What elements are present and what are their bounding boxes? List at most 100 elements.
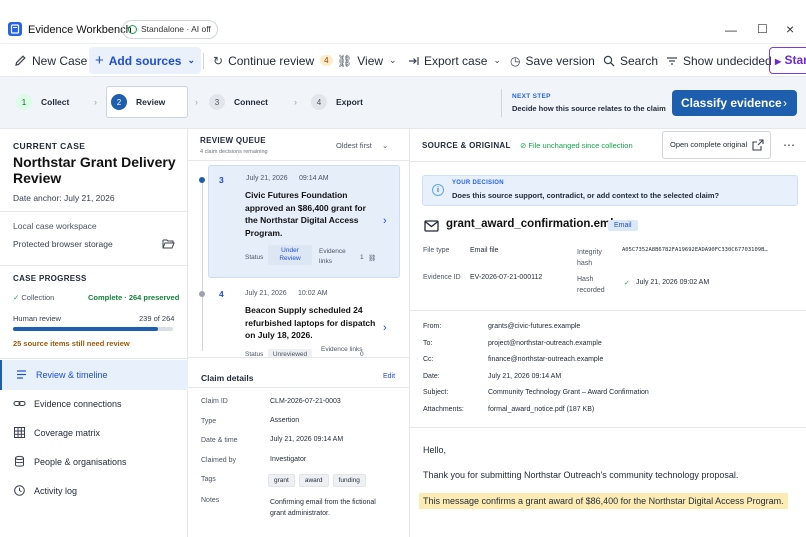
- tag-list: grant award funding: [268, 473, 370, 487]
- show-undecided-label: Show undecided: [683, 53, 772, 68]
- chevron-down-icon: ⌄: [187, 55, 195, 65]
- step-number: 4: [311, 94, 327, 110]
- divider: [410, 161, 806, 162]
- export-icon: [407, 55, 419, 67]
- external-link-icon: [752, 139, 764, 151]
- sort-dropdown[interactable]: Oldest first ⌄: [336, 141, 388, 150]
- status-badge: Under Review: [268, 245, 312, 265]
- chevron-right-icon: ›: [94, 97, 97, 107]
- file-unchanged-status: ⊘ File unchanged since collection: [520, 141, 633, 150]
- notes-value: Confirming email from the fictional gran…: [270, 499, 376, 517]
- review-queue-panel: REVIEW QUEUE 4 claim decisions remaining…: [188, 129, 410, 537]
- edit-claim-link[interactable]: Edit: [383, 373, 395, 380]
- timeline-dot: [199, 177, 205, 183]
- search-button[interactable]: Search: [603, 44, 658, 77]
- evidence-id-value: EV-2026-07-21-000112: [470, 274, 543, 281]
- new-case-icon: [14, 54, 27, 67]
- folder-open-icon[interactable]: [162, 238, 175, 249]
- link-icon: ⛓: [337, 53, 353, 68]
- chevron-right-icon[interactable]: ›: [383, 215, 387, 227]
- step-export[interactable]: 4 Export: [311, 94, 363, 110]
- claimed-by-value: Investigator: [270, 456, 307, 463]
- case-sidebar: CURRENT CASE Northstar Grant Delivery Re…: [0, 129, 188, 537]
- claim-field-label: Claim ID: [201, 398, 228, 405]
- tags-label: Tags: [201, 476, 216, 483]
- divider: [410, 310, 806, 311]
- header-label: To:: [423, 340, 433, 347]
- queue-item-title[interactable]: Beacon Supply scheduled 24 refurbished l…: [245, 304, 380, 342]
- step-number: 1: [16, 94, 32, 110]
- chevron-right-icon[interactable]: ›: [383, 322, 387, 334]
- header-value: grants@civic-futures.example: [488, 323, 581, 330]
- toolbar-divider: [203, 53, 204, 69]
- divider: [188, 387, 409, 388]
- nav-evidence-connections[interactable]: Evidence connections: [0, 389, 188, 419]
- step-label: Review: [136, 97, 166, 107]
- more-options-icon[interactable]: ⋯: [783, 138, 795, 152]
- chevron-down-icon: ⌄: [493, 55, 501, 65]
- next-step-label: NEXT STEP: [512, 93, 551, 100]
- start-button[interactable]: ▶ Start: [769, 47, 806, 74]
- step-label: Export: [336, 97, 363, 107]
- source-filename: grant_award_confirmation.eml: [446, 218, 614, 230]
- continue-review-button[interactable]: ↻ Continue review 4: [213, 44, 333, 77]
- step-connect[interactable]: 3 Connect: [209, 94, 268, 110]
- view-button[interactable]: ⛓ View ⌄: [337, 44, 397, 77]
- chevron-right-icon: ›: [294, 97, 297, 107]
- classify-evidence-button[interactable]: Classify evidence ›: [672, 90, 797, 116]
- open-original-label: Open complete original: [670, 140, 748, 149]
- export-case-button[interactable]: Export case ⌄: [407, 44, 501, 77]
- claim-type-value: Assertion: [270, 417, 300, 424]
- tag-chip[interactable]: funding: [332, 474, 366, 487]
- human-review-label: Human review: [13, 314, 61, 323]
- nav-activity-log[interactable]: Activity log: [0, 476, 188, 506]
- notes-label: Notes: [201, 497, 220, 504]
- nav-label: Activity log: [34, 486, 78, 496]
- integrity-hash-value: A05C7352A8B6782FA19692EADA90FC330C677031…: [622, 247, 768, 253]
- new-case-button[interactable]: New Case: [14, 44, 87, 77]
- highlighted-passage[interactable]: This message confirms a grant award of $…: [419, 493, 788, 509]
- decision-question: Does this source support, contradict, or…: [452, 191, 720, 200]
- queue-item-time: 09:14 AM: [299, 175, 329, 182]
- info-icon: i: [432, 184, 444, 196]
- open-original-button[interactable]: Open complete original: [662, 131, 771, 159]
- case-progress-label: CASE PROGRESS: [13, 274, 87, 283]
- maximize-icon[interactable]: ☐: [757, 22, 768, 36]
- history-icon: [13, 484, 26, 497]
- chevron-down-icon: ⌄: [389, 55, 397, 65]
- save-version-button[interactable]: ◷ Save version: [510, 44, 595, 77]
- nav-coverage-matrix[interactable]: Coverage matrix: [0, 418, 188, 448]
- nav-label: Review & timeline: [36, 370, 108, 380]
- source-type-chip: Email: [608, 220, 638, 231]
- nav-people-organisations[interactable]: People & organisations: [0, 447, 188, 477]
- status-label: Status: [245, 254, 264, 261]
- check-circle-icon: ⊘: [520, 141, 527, 150]
- tag-chip[interactable]: award: [298, 474, 329, 487]
- close-icon[interactable]: ×: [786, 21, 794, 37]
- nav-review-timeline[interactable]: Review & timeline: [0, 360, 188, 390]
- header-label: Subject:: [423, 389, 449, 396]
- refresh-icon: ↻: [213, 53, 224, 68]
- view-label: View: [357, 53, 384, 68]
- queue-item-title: Civic Futures Foundation approved an $86…: [245, 190, 366, 238]
- tag-chip[interactable]: grant: [268, 474, 295, 487]
- claim-field-label: Date & time: [201, 437, 238, 444]
- show-undecided-button[interactable]: Show undecided: [666, 44, 772, 77]
- divider: [0, 211, 188, 212]
- save-version-label: Save version: [525, 53, 595, 68]
- new-case-label: New Case: [32, 53, 88, 68]
- list-icon: [15, 368, 28, 381]
- minimize-icon[interactable]: —: [725, 23, 737, 37]
- divider: [410, 427, 806, 428]
- queue-item-number: 4: [219, 289, 224, 299]
- toolbar: New Case + Add sources ⌄ ↻ Continue revi…: [0, 44, 806, 77]
- step-collect[interactable]: 1 Collect: [16, 94, 69, 110]
- timeline-dot: [199, 291, 205, 297]
- step-review[interactable]: 2 Review: [111, 94, 165, 110]
- mode-pill[interactable]: Standalone · AI off: [122, 20, 218, 39]
- grid-icon: [13, 426, 26, 439]
- divider: [188, 160, 409, 161]
- mode-pill-label: Standalone · AI off: [141, 24, 211, 34]
- add-sources-button[interactable]: + Add sources ⌄: [89, 47, 201, 74]
- attachment-link[interactable]: formal_award_notice.pdf (187 KB): [488, 406, 594, 413]
